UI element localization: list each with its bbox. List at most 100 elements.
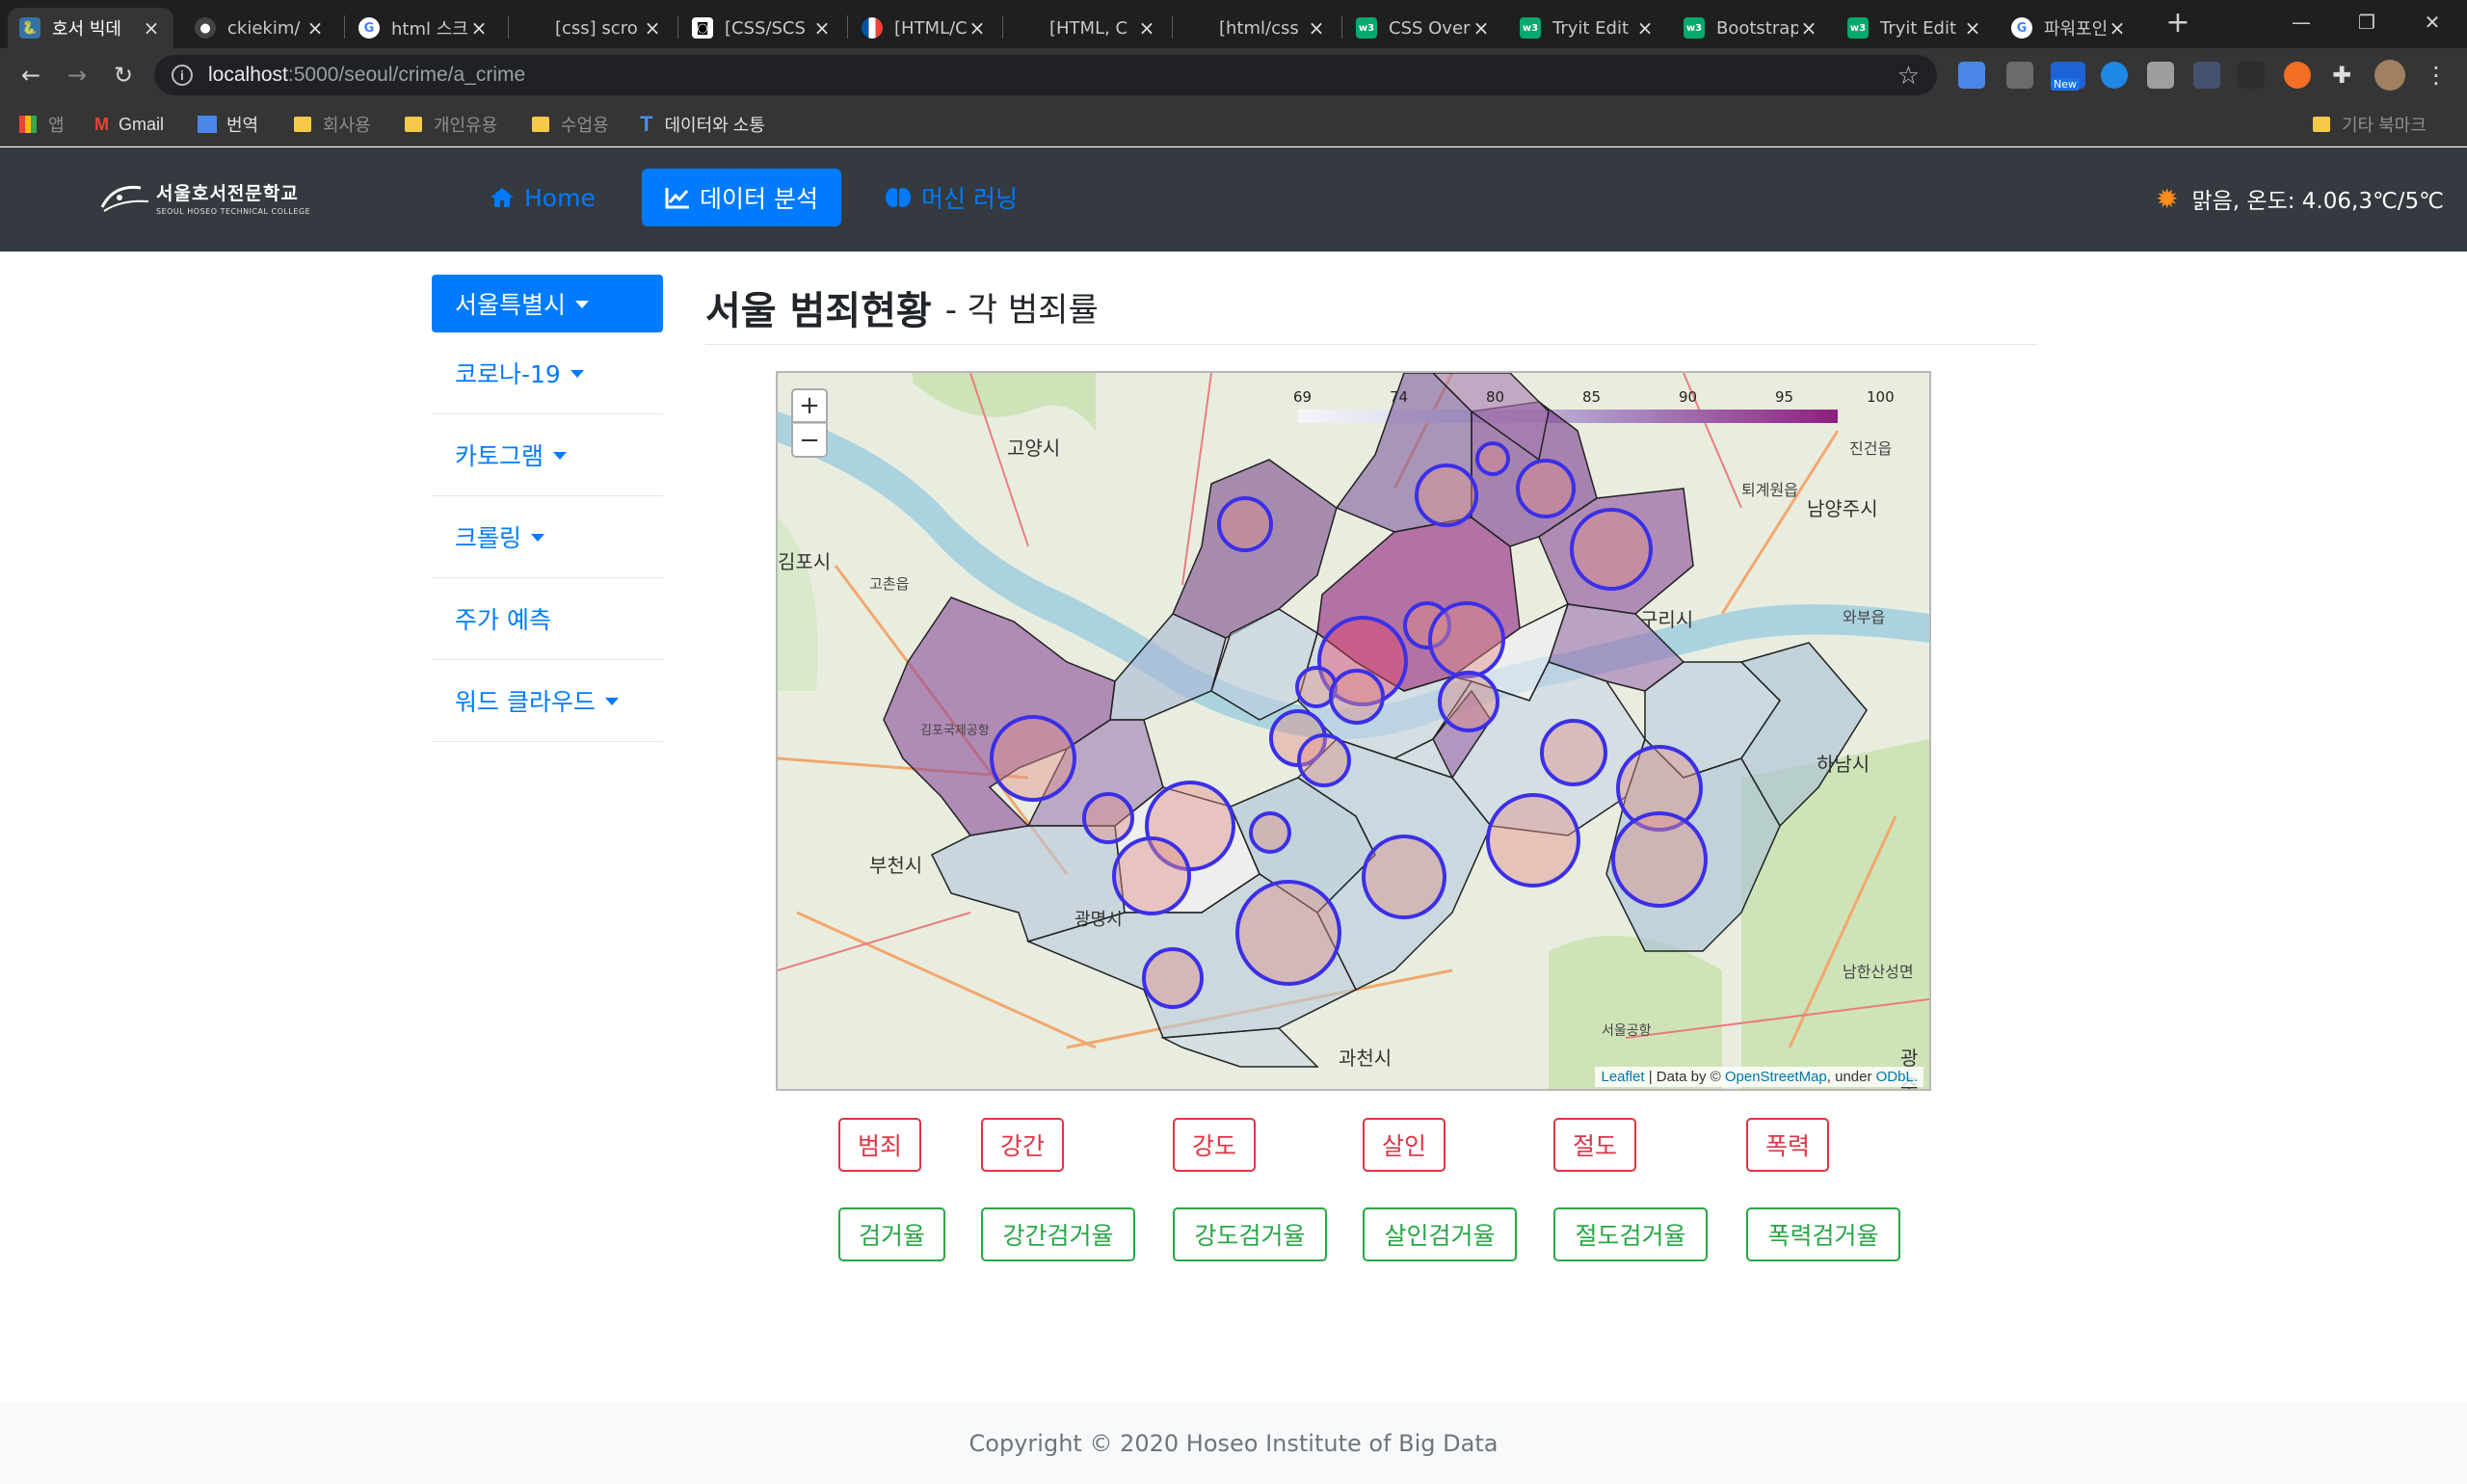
bookmark-data[interactable]: T 데이터와 소통 xyxy=(640,112,765,137)
theft-button[interactable]: 절도 xyxy=(1553,1118,1636,1172)
nav-data-analysis[interactable]: 데이터 분석 xyxy=(642,169,841,226)
robbery-button[interactable]: 강도 xyxy=(1173,1118,1256,1172)
sidebar-item-stock[interactable]: 주가 예측 xyxy=(432,578,663,660)
close-tab-icon[interactable]: × xyxy=(1962,16,1983,40)
home-icon xyxy=(491,188,514,207)
print-extension-icon[interactable] xyxy=(2147,62,2174,89)
browser-tab[interactable]: ● ckiekim/ × xyxy=(183,8,337,48)
forward-button[interactable]: → xyxy=(60,58,94,93)
browser-tab[interactable]: w3 CSS Over × xyxy=(1344,8,1503,48)
nav-home[interactable]: Home xyxy=(466,169,619,226)
close-tab-icon[interactable]: × xyxy=(1798,16,1819,40)
google-icon: G xyxy=(358,17,380,39)
map-attribution: Leaflet | Data by © OpenStreetMap, under… xyxy=(1595,1067,1923,1087)
robbery-arrest-rate-button[interactable]: 강도검거율 xyxy=(1173,1207,1327,1261)
close-tab-icon[interactable]: × xyxy=(141,16,162,40)
nav-machine-learning[interactable]: 머신 러닝 xyxy=(862,169,1041,226)
browser-tab[interactable]: G 파워포인 × xyxy=(2000,8,2139,48)
browser-tab-bar: 🐍 호서 빅데 × ● ckiekim/ × G html 스크 × [css]… xyxy=(0,0,2467,48)
sidebar-item-seoul[interactable]: 서울특별시 xyxy=(432,275,663,332)
back-button[interactable]: ← xyxy=(13,58,48,93)
bookmark-folder[interactable]: 수업용 xyxy=(532,112,609,137)
osm-link[interactable]: OpenStreetMap xyxy=(1725,1069,1827,1085)
browser-tab[interactable]: ◙ [CSS/SCS × xyxy=(680,8,844,48)
bookmark-folder[interactable]: 개인유용 xyxy=(405,112,497,137)
browser-tab[interactable]: [html/css × xyxy=(1175,8,1339,48)
close-tab-icon[interactable]: × xyxy=(305,16,326,40)
violence-arrest-rate-button[interactable]: 폭력검거율 xyxy=(1746,1207,1900,1261)
map-label: 남한산성면 xyxy=(1843,963,1914,981)
restore-button[interactable]: ❐ xyxy=(2338,6,2396,39)
close-tab-icon[interactable]: × xyxy=(2107,16,2128,40)
extensions-puzzle-icon[interactable]: ✚ xyxy=(2328,62,2355,89)
site-info-icon[interactable]: i xyxy=(172,65,193,86)
legend-colorbar xyxy=(1298,410,1838,423)
close-tab-icon[interactable]: × xyxy=(1306,16,1327,40)
zoom-in-button[interactable]: + xyxy=(791,388,828,423)
close-tab-icon[interactable]: × xyxy=(967,16,988,40)
address-bar[interactable]: i localhost:5000/seoul/crime/a_crime ☆ xyxy=(154,55,1937,95)
page-header: 서울 범죄현황 - 각 범죄률 xyxy=(705,270,2037,345)
profile-avatar[interactable] xyxy=(2374,60,2405,91)
bookmark-folder[interactable]: 회사용 xyxy=(294,112,371,137)
browser-tab[interactable]: 🐍 호서 빅데 × xyxy=(8,8,173,48)
reload-button[interactable]: ↻ xyxy=(106,58,141,93)
bookmark-other[interactable]: 기타 북마크 xyxy=(2313,112,2427,137)
browser-tab[interactable]: w3 Bootstrap × xyxy=(1672,8,1831,48)
cast-extension-icon[interactable] xyxy=(2238,62,2265,89)
mixed-extension-icon[interactable] xyxy=(2284,62,2311,89)
violence-button[interactable]: 폭력 xyxy=(1746,1118,1829,1172)
browser-tab[interactable]: [HTML, C × xyxy=(1005,8,1169,48)
close-tab-icon[interactable]: × xyxy=(811,16,833,40)
close-tab-icon[interactable]: × xyxy=(1136,16,1157,40)
murder-button[interactable]: 살인 xyxy=(1363,1118,1446,1172)
zoom-out-button[interactable]: − xyxy=(791,423,828,458)
theft-arrest-rate-button[interactable]: 절도검거율 xyxy=(1553,1207,1708,1261)
crime-choropleth-map[interactable]: 69 74 80 85 90 95 100 고양시 퇴계원읍 진건읍 남양주시 … xyxy=(776,371,1931,1091)
github-icon: ● xyxy=(195,17,216,39)
map-label: 진건읍 xyxy=(1849,439,1893,458)
bookmark-gmail[interactable]: M Gmail xyxy=(94,112,164,137)
minimize-button[interactable]: — xyxy=(2272,6,2330,39)
new-extension-icon[interactable]: New xyxy=(2051,62,2085,91)
menu-kebab-icon[interactable]: ⋮ xyxy=(2419,58,2454,93)
bookmark-star-icon[interactable]: ☆ xyxy=(1897,61,1920,91)
pen-extension-icon[interactable] xyxy=(2006,62,2033,89)
page-title: 서울 범죄현황 xyxy=(705,288,932,333)
translate-extension-icon[interactable] xyxy=(1958,62,1985,89)
browser-tab[interactable]: w3 Tryit Edit × xyxy=(1508,8,1667,48)
college-logo[interactable]: 서울호서전문학교 SEOUL HOSEO TECHNICAL COLLEGE xyxy=(98,178,310,217)
sidebar-item-cartogram[interactable]: 카토그램 xyxy=(432,414,663,496)
close-tab-icon[interactable]: × xyxy=(642,16,663,40)
leaflet-link[interactable]: Leaflet xyxy=(1601,1069,1644,1085)
bookmark-translate[interactable]: 번역 xyxy=(198,112,258,137)
legend-tick: 85 xyxy=(1582,388,1602,406)
close-tab-icon[interactable]: × xyxy=(468,16,490,40)
crime-button[interactable]: 범죄 xyxy=(838,1118,921,1172)
legend-tick: 80 xyxy=(1486,388,1505,406)
rape-arrest-rate-button[interactable]: 강간검거율 xyxy=(981,1207,1135,1261)
arrest-rate-button[interactable]: 검거율 xyxy=(838,1207,945,1261)
murder-arrest-rate-button[interactable]: 살인검거율 xyxy=(1363,1207,1517,1261)
browser-tab[interactable]: [css] scro × xyxy=(511,8,675,48)
close-tab-icon[interactable]: × xyxy=(1634,16,1656,40)
close-window-button[interactable]: ✕ xyxy=(2403,6,2461,39)
vpn-extension-icon[interactable] xyxy=(2101,62,2128,89)
blank-icon xyxy=(522,17,544,39)
sidebar-item-corona[interactable]: 코로나-19 xyxy=(432,332,663,414)
odbl-link[interactable]: ODbL. xyxy=(1876,1069,1918,1085)
browser-tab[interactable]: G html 스크 × xyxy=(347,8,501,48)
sidebar-item-wordcloud[interactable]: 워드 클라우드 xyxy=(432,660,663,742)
sidebar-item-crawling[interactable]: 크롤링 xyxy=(432,496,663,578)
browser-tab[interactable]: [HTML/C × xyxy=(850,8,999,48)
browser-tab[interactable]: w3 Tryit Edit × xyxy=(1836,8,1995,48)
map-label: 부천시 xyxy=(869,854,923,877)
rape-button[interactable]: 강간 xyxy=(981,1118,1064,1172)
font-extension-icon[interactable] xyxy=(2193,62,2220,89)
bookmark-apps[interactable]: 앱 xyxy=(19,112,65,137)
google-icon: G xyxy=(2011,17,2032,39)
map-label: 퇴계원읍 xyxy=(1741,481,1798,499)
new-tab-button[interactable]: + xyxy=(2149,6,2207,40)
close-tab-icon[interactable]: × xyxy=(1471,16,1492,40)
logo-mark-icon xyxy=(100,185,149,212)
